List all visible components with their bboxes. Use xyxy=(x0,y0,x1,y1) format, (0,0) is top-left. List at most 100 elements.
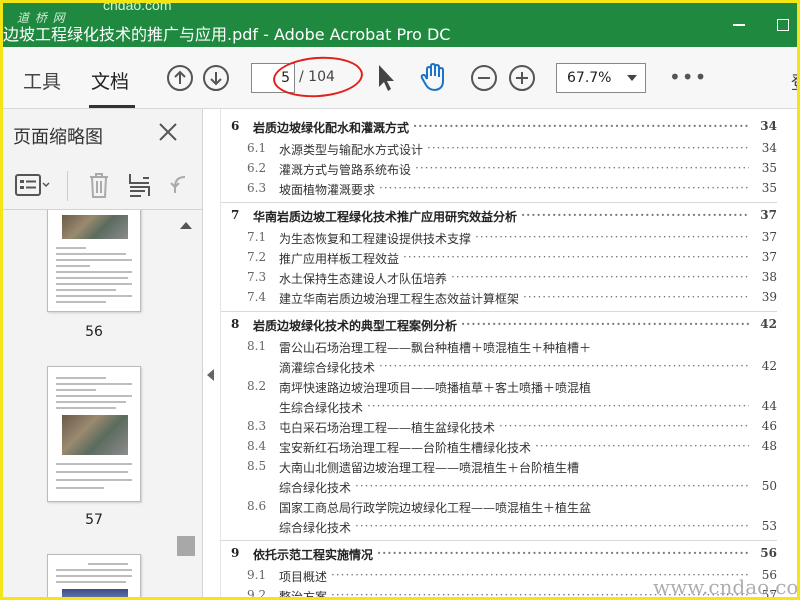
toolbar-divider xyxy=(67,171,68,201)
toc-section[interactable]: 6.3 坡面植物灌溉要求 ·····························… xyxy=(221,181,777,201)
toc-section[interactable]: 7.2 推广应用样板工程效益 ···························… xyxy=(221,250,777,270)
chapter-separator xyxy=(221,311,777,312)
toc-leader-dots: ········································… xyxy=(379,359,749,373)
more-tools-icon[interactable]: ••• xyxy=(669,65,707,89)
toc-section[interactable]: 综合绿化技术 ··································… xyxy=(221,519,777,539)
zoom-out-icon[interactable] xyxy=(471,65,497,91)
toc-number: 7.3 xyxy=(247,270,267,284)
thumbnail-label: 56 xyxy=(85,324,103,340)
toc-chapter[interactable]: 8 岩质边坡绿化技术的典型工程案例分析 ······················… xyxy=(221,317,777,337)
active-tab-indicator xyxy=(89,105,135,108)
toc-title: 综合绿化技术 xyxy=(279,521,352,535)
toc-title: 生综合绿化技术 xyxy=(279,401,364,415)
hand-tool-icon[interactable] xyxy=(417,61,449,97)
toc-section[interactable]: 8.5 大南山北侧遗留边坡治理工程——喷混植生＋台阶植生槽 xyxy=(221,459,777,479)
toc-leader-dots: ········································… xyxy=(355,479,749,493)
collapse-panel-icon[interactable] xyxy=(207,369,214,381)
toc-leader-dots: ········································… xyxy=(451,270,749,284)
toc-section[interactable]: 8.4 宝安新红石场治理工程——台阶植生槽绿化技术 ················… xyxy=(221,439,777,459)
toc-number: 8 xyxy=(231,317,240,331)
toc-title: 推广应用样板工程效益 xyxy=(279,252,400,266)
toc-page-number: 35 xyxy=(761,181,777,195)
toc-title: 南坪快速路边坡治理项目——喷播植草＋客土喷播＋喷混植 xyxy=(279,381,592,395)
toc-title: 坡面植物灌溉要求 xyxy=(279,183,376,197)
toc-section[interactable]: 生综合绿化技术 ·································… xyxy=(221,399,777,419)
page-up-icon[interactable] xyxy=(167,65,193,91)
thumbnail-scrollbar[interactable] xyxy=(175,210,197,597)
toc-chapter[interactable]: 7 华南岩质边坡工程绿化技术推广应用研究效益分析 ·················… xyxy=(221,208,777,228)
toc-title: 华南岩质边坡工程绿化技术推广应用研究效益分析 xyxy=(253,210,518,224)
toc-section[interactable]: 综合绿化技术 ··································… xyxy=(221,479,777,499)
toc-section[interactable]: 6.2 灌溉方式与管路系统布设 ··························… xyxy=(221,161,777,181)
thumbnail-options-icon[interactable] xyxy=(15,173,51,201)
app-frame: cndao.com 道 桥 网 边坡工程绿化技术的推广与应用.pdf - Ado… xyxy=(0,0,800,600)
thumbnail-photo xyxy=(62,589,128,597)
toc-leader-dots: ········································… xyxy=(415,161,749,175)
toc-title: 屯白采石场治理工程——植生盆绿化技术 xyxy=(279,421,496,435)
minimize-button[interactable] xyxy=(733,24,745,26)
delete-page-icon[interactable] xyxy=(87,171,111,203)
toc-number: 7 xyxy=(231,208,240,222)
undo-icon[interactable] xyxy=(167,173,191,201)
toc-title: 建立华南岩质边坡治理工程生态效益计算框架 xyxy=(279,292,520,306)
toc-number: 8.5 xyxy=(247,459,267,473)
maximize-button[interactable] xyxy=(777,19,789,31)
toc-number: 6.3 xyxy=(247,181,267,195)
toc-number: 8.1 xyxy=(247,339,267,353)
thumbnail-page[interactable] xyxy=(47,366,141,502)
toc-number: 7.2 xyxy=(247,250,267,264)
toc-chapter[interactable]: 9 依托示范工程实施情况 ·····························… xyxy=(221,546,777,566)
toc-section[interactable]: 8.2 南坪快速路边坡治理项目——喷播植草＋客土喷播＋喷混植 xyxy=(221,379,777,399)
main-toolbar: 工具 文档 5 / 104 67.7% ••• 登 xyxy=(3,47,797,109)
scrollbar-thumb[interactable] xyxy=(177,536,195,556)
toc-leader-dots: ········································… xyxy=(367,399,749,413)
window-title: 边坡工程绿化技术的推广与应用.pdf - Adobe Acrobat Pro D… xyxy=(3,25,451,44)
page-down-icon[interactable] xyxy=(203,65,229,91)
toc-page-number: 56 xyxy=(760,546,777,560)
toc-leader-dots: ········································… xyxy=(403,250,749,264)
toc-number: 9.1 xyxy=(247,568,267,582)
toc-page-number: 50 xyxy=(761,479,777,493)
red-annotation-circle xyxy=(271,53,365,101)
thumbnail-photo xyxy=(62,415,128,455)
toc-section[interactable]: 8.3 屯白采石场治理工程——植生盆绿化技术 ···················… xyxy=(221,419,777,439)
thumbnail-page[interactable] xyxy=(47,554,141,597)
toc-leader-dots: ········································… xyxy=(521,208,749,222)
panel-title: 页面缩略图 xyxy=(13,127,103,148)
document-viewport[interactable]: 6 岩质边坡绿化配水和灌溉方式 ··························… xyxy=(216,109,797,597)
select-cursor-icon[interactable] xyxy=(375,63,397,97)
toc-title: 宝安新红石场治理工程——台阶植生槽绿化技术 xyxy=(279,441,532,455)
close-icon[interactable] xyxy=(157,121,179,147)
toc-section[interactable]: 6.1 水源类型与输配水方式设计 ·························… xyxy=(221,141,777,161)
toc-section[interactable]: 7.4 建立华南岩质边坡治理工程生态效益计算框架 ·················… xyxy=(221,290,777,310)
scroll-up-icon[interactable] xyxy=(180,222,192,229)
toc-title: 岩质边坡绿化配水和灌溉方式 xyxy=(253,121,410,135)
toc-leader-dots: ········································… xyxy=(523,290,749,304)
toc-title: 岩质边坡绿化技术的典型工程案例分析 xyxy=(253,319,458,333)
chapter-separator xyxy=(221,540,777,541)
thumbnail-toolbar xyxy=(3,163,203,207)
tab-document[interactable]: 文档 xyxy=(91,67,129,94)
toc-title: 大南山北侧遗留边坡治理工程——喷混植生＋台阶植生槽 xyxy=(279,461,580,475)
chevron-down-icon xyxy=(627,75,637,81)
thumbnail-page[interactable] xyxy=(47,210,141,312)
sign-in-link[interactable]: 登 xyxy=(791,69,797,95)
toc-page-number: 46 xyxy=(761,419,777,433)
toc-leader-dots: ········································… xyxy=(377,546,749,560)
toc-page-number: 37 xyxy=(761,230,777,244)
toc-section[interactable]: 8.6 国家工商总局行政学院边坡绿化工程——喷混植生＋植生盆 xyxy=(221,499,777,519)
toc-section[interactable]: 8.1 雷公山石场治理工程——飘台种植槽＋喷混植生＋种植槽＋ xyxy=(221,339,777,359)
zoom-select[interactable]: 67.7% xyxy=(556,63,646,93)
toc-page-number: 42 xyxy=(760,317,777,331)
toc-title: 滴灌综合绿化技术 xyxy=(279,361,376,375)
extract-page-icon[interactable] xyxy=(127,171,155,203)
toc-section[interactable]: 滴灌综合绿化技术 ································… xyxy=(221,359,777,379)
tab-tools[interactable]: 工具 xyxy=(23,67,61,94)
toc-chapter[interactable]: 6 岩质边坡绿化配水和灌溉方式 ··························… xyxy=(221,119,777,139)
thumbnail-panel: 页面缩略图 56 57 xyxy=(3,109,203,597)
toc-page-number: 34 xyxy=(761,141,777,155)
toc-section[interactable]: 7.1 为生态恢复和工程建设提供技术支撑 ·····················… xyxy=(221,230,777,250)
toc-number: 8.6 xyxy=(247,499,267,513)
zoom-in-icon[interactable] xyxy=(509,65,535,91)
toc-section[interactable]: 7.3 水土保持生态建设人才队伍培养 ·······················… xyxy=(221,270,777,290)
